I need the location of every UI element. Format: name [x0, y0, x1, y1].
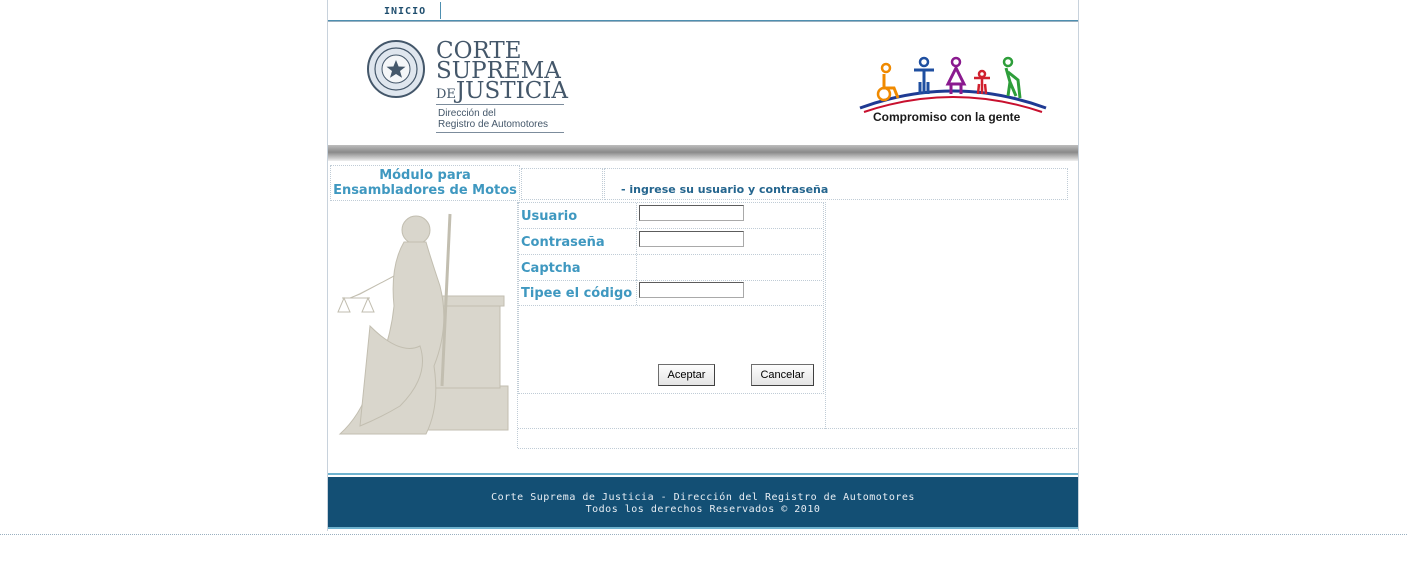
row-divider	[636, 255, 637, 280]
footer-line1: Corte Suprema de Justicia - Dirección de…	[491, 492, 915, 503]
title-spacer-cell	[521, 168, 603, 200]
captcha-row: Captcha	[519, 255, 822, 281]
row-divider	[636, 203, 637, 228]
org-name-line3: DEJUSTICIA	[436, 78, 568, 104]
site-footer: Corte Suprema de Justicia - Dirección de…	[328, 477, 1078, 527]
top-navigation: INICIO	[328, 0, 1078, 21]
page-container: INICIO CORTE SUPREMA DEJUSTICIA Direcció…	[327, 0, 1079, 531]
password-row: Contraseña	[519, 229, 822, 255]
password-label: Contraseña	[521, 235, 605, 250]
lady-justice-image	[337, 213, 509, 435]
usuario-label: Usuario	[521, 209, 578, 224]
login-instruction: - ingrese su usuario y contraseña	[621, 183, 829, 196]
department-underline	[436, 132, 564, 133]
page-bottom-rule	[0, 534, 1407, 535]
right-empty-area	[825, 202, 1078, 429]
module-title-cell: Módulo para Ensambladores de Motos	[330, 165, 520, 201]
password-input[interactable]	[639, 231, 744, 247]
code-row: Tipee el código	[519, 280, 822, 306]
code-label: Tipee el código	[521, 286, 633, 301]
accept-button[interactable]: Aceptar	[658, 364, 715, 386]
module-title-line2: Ensambladores de Motos	[333, 183, 517, 198]
usuario-input[interactable]	[639, 205, 744, 221]
header-gradient-band	[328, 145, 1078, 161]
usuario-row: Usuario	[519, 203, 822, 229]
lower-divider-2	[518, 448, 1077, 449]
captcha-label: Captcha	[521, 261, 581, 276]
row-divider	[636, 280, 637, 305]
row-divider	[636, 229, 637, 254]
site-header: CORTE SUPREMA DEJUSTICIA Dirección del R…	[328, 21, 1078, 146]
footer-line2: Todos los derechos Reservados © 2010	[585, 504, 821, 515]
department-line2: Registro de Automotores	[438, 119, 549, 130]
campaign-slogan: Compromiso con la gente	[873, 110, 1021, 124]
nav-link-inicio[interactable]: INICIO	[384, 6, 426, 17]
org-name-justicia: JUSTICIA	[455, 78, 569, 104]
department-line1: Dirección del	[438, 108, 496, 119]
lower-divider-1	[518, 428, 1077, 429]
org-name-de: DE	[436, 87, 456, 102]
logo-divider	[436, 104, 564, 105]
footer-bottom-rule	[328, 527, 1078, 529]
nav-separator	[440, 2, 441, 19]
cancel-button[interactable]: Cancelar	[751, 364, 814, 386]
footer-top-rule	[328, 473, 1078, 475]
court-seal-icon	[367, 40, 425, 98]
module-title: Módulo para Ensambladores de Motos	[331, 168, 519, 198]
captcha-code-input[interactable]	[639, 282, 744, 298]
module-title-line1: Módulo para	[379, 168, 471, 183]
